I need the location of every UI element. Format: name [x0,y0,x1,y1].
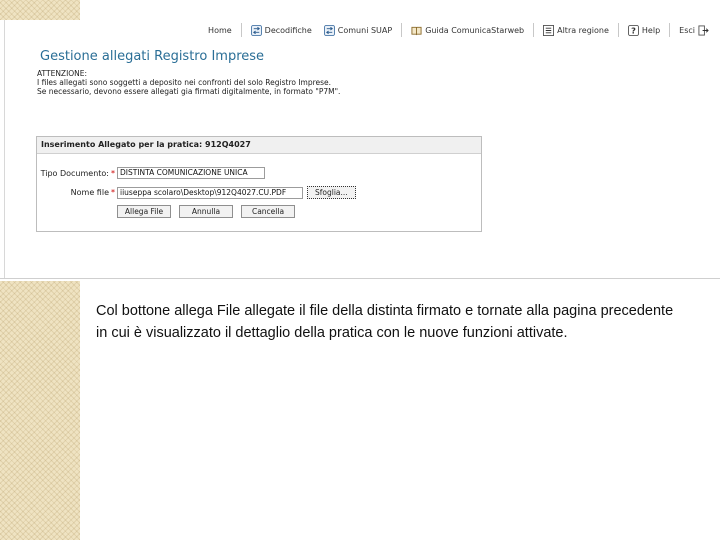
file-label: Nome file [70,188,109,197]
required-marker: * [111,188,115,197]
nav-guida[interactable]: Guida ComunicaStarweb [408,25,527,36]
warning-line-1: I files allegati sono soggetti a deposit… [37,78,332,87]
nav-altra-regione-label: Altra regione [557,25,609,35]
help-icon: ? [627,24,639,36]
nav-comuni-suap[interactable]: Comuni SUAP [321,24,395,36]
nav-esci[interactable]: Esci [676,24,712,36]
book-icon [411,25,422,36]
nav-separator [240,23,242,37]
nav-separator [533,23,535,37]
nav-separator [617,23,619,37]
nav-help-label: Help [641,25,661,35]
exit-icon [698,24,709,36]
svg-text:?: ? [631,25,636,35]
delete-button[interactable]: Cancella [241,205,295,218]
form-buttons: Allega File Annulla Cancella [117,205,295,218]
nav-guida-label: Guida ComunicaStarweb [425,25,525,35]
list-icon [543,24,555,36]
nav-esci-label: Esci [679,25,695,35]
decorative-stripe-bottom [0,281,80,540]
nav-separator [401,23,403,37]
decorative-stripe-top [0,0,80,20]
top-navigation: Home Decodifiche Comuni SUAP Guida Comun… [205,20,712,40]
nav-decodifiche-label: Decodifiche [264,25,312,35]
warning-title: ATTENZIONE: [37,69,88,78]
nav-home-label: Home [208,25,232,35]
page-title: Gestione allegati Registro Imprese [40,49,265,64]
arrows-icon [323,24,335,36]
doc-type-field[interactable]: DISTINTA COMUNICAZIONE UNICA [117,167,265,179]
doc-type-row: Tipo Documento: * DISTINTA COMUNICAZIONE… [37,167,265,179]
nav-separator [669,23,671,37]
attach-file-button[interactable]: Allega File [117,205,171,218]
nav-altra-regione[interactable]: Altra regione [540,24,612,36]
nav-decodifiche[interactable]: Decodifiche [248,24,315,36]
nav-help[interactable]: ? Help [625,24,663,36]
file-path-input[interactable]: iiuseppa scolaro\Desktop\912Q4027.CU.PDF [117,186,303,199]
slide-caption: Col bottone allega File allegate il file… [96,303,674,341]
warning-notice: ATTENZIONE: I files allegati sono sogget… [37,69,340,96]
browse-button[interactable]: Sfoglia... [307,186,356,199]
arrows-icon [250,24,262,36]
required-marker: * [111,168,115,178]
file-row: Nome file * iiuseppa scolaro\Desktop\912… [37,186,356,199]
embedded-screenshot: Home Decodifiche Comuni SUAP Guida Comun… [0,20,720,279]
doc-type-label: Tipo Documento: [40,168,109,178]
warning-line-2: Se necessario, devono essere allegati gi… [37,87,341,96]
cancel-button[interactable]: Annulla [179,205,233,218]
nav-comuni-suap-label: Comuni SUAP [337,25,393,35]
window-edge [4,20,5,278]
nav-home[interactable]: Home [205,26,235,35]
attachment-form-panel: Inserimento Allegato per la pratica: 912… [36,136,482,232]
panel-header: Inserimento Allegato per la pratica: 912… [37,137,481,154]
